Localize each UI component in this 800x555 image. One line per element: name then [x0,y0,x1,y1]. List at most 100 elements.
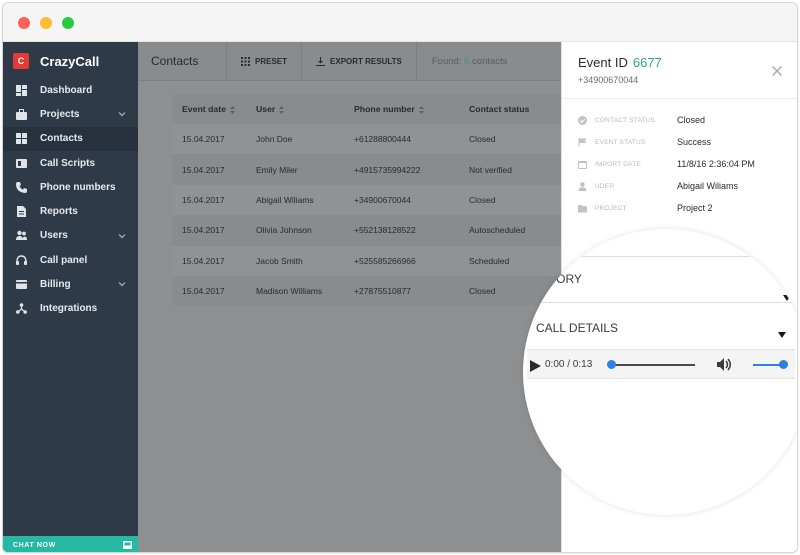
play-icon[interactable] [530,359,541,372]
table-cell: Closed [469,194,496,205]
brand-logo: C [13,53,29,69]
sidebar-nav: Dashboard Projects Contacts Call Scripts Pho… [3,78,138,321]
calendar-icon [577,159,587,169]
details-section[interactable]: ILS [523,229,797,261]
column-header[interactable]: Event date [172,104,256,114]
chat-now-button[interactable]: CHAT NOW [3,536,138,552]
sidebar-item-label: Call panel [40,254,88,266]
column-header[interactable]: Contact status [469,104,561,114]
sort-icon[interactable] [279,105,285,114]
chat-icon [123,541,132,549]
minimize-window-button[interactable] [40,17,52,29]
card-icon [15,279,27,291]
preset-button[interactable]: PRESET [227,41,303,81]
page-title: Contacts [138,41,227,81]
integrations-icon [15,303,27,315]
sidebar-item-billing[interactable]: Billing [3,272,138,296]
chat-now-label: CHAT NOW [13,541,56,549]
sort-icon[interactable] [229,105,235,114]
close-window-button[interactable] [18,17,30,29]
info-value: Project 2 [677,203,713,213]
chevron-down-icon [118,232,126,240]
browser-window: C CrazyCall Dashboard Projects Contacts Cal… [2,2,798,553]
table-cell: +34900670044 [354,194,411,205]
contacts-icon [15,133,27,145]
flag-icon [577,137,587,147]
dashboard-icon [15,84,27,96]
column-header[interactable]: Phone number [354,104,469,114]
close-icon[interactable] [772,63,782,76]
brand[interactable]: C CrazyCall [13,51,99,71]
preset-label: PRESET [255,56,288,66]
window-titlebar [3,3,797,42]
table-row[interactable]: 15.04.2017 Emily Miler +4915735994222 Not v… [172,154,561,185]
sidebar-item-label: Projects [40,108,80,120]
sort-icon[interactable] [418,105,424,114]
table-cell: Emily Miler [256,164,298,175]
event-info-list: CONTACT STATUS Closed EVENT STATUS Success I… [577,109,787,219]
headset-icon [15,254,27,266]
folder-icon [577,203,587,213]
sidebar-item-call-panel[interactable]: Call panel [3,248,138,272]
sidebar-item-label: Users [40,230,68,242]
check-circle-icon [577,115,587,125]
event-id: 6677 [632,55,662,70]
audio-time: 0:00 / 0:13 [545,359,593,370]
script-icon [15,157,27,169]
event-title: Event ID 6677 [578,55,662,70]
table-row[interactable]: 15.04.2017 Abigail Wiliams +34900670044 Clo… [172,184,561,216]
column-header-label: User [256,104,276,114]
export-results-button[interactable]: EXPORT RESULTS [302,41,417,81]
table-header-row: Event date User Phone number Contact status [172,94,561,124]
sidebar-item-label: Phone numbers [40,181,116,193]
table-row[interactable]: 15.04.2017 Madison Williams +27875510877 Cl… [172,275,561,307]
call-details-section[interactable]: CALL DETAILS [523,303,797,349]
sidebar-item-dashboard[interactable]: Dashboard [3,78,138,102]
sidebar-item-phone-numbers[interactable]: Phone numbers [3,175,138,199]
sidebar-item-contacts[interactable]: Contacts [3,126,138,151]
phone-icon [15,181,27,193]
table-cell: 15.04.2017 [182,164,225,175]
table-cell: Closed [469,134,496,145]
table-cell: Olivia Johnson [256,225,312,236]
sidebar-item-label: Contacts [40,133,83,145]
audio-player: 0:00 / 0:13 [527,349,795,379]
table-cell: Not verified [469,164,512,175]
audio-progress-track[interactable] [611,364,695,366]
audio-progress-knob[interactable] [607,360,616,369]
info-row: PROJECT Project 2 [577,197,787,219]
call-details-label: CALL DETAILS [536,321,619,335]
table-row[interactable]: 15.04.2017 Jacob Smith +525585266966 Schedu… [172,245,561,276]
info-row: CONTACT STATUS Closed [577,109,787,131]
sidebar-item-users[interactable]: Users [3,224,138,248]
download-icon [316,56,326,66]
volume-icon[interactable] [717,357,733,372]
magnifier-zoom: ILS STORY CALL DETAILS 0:00 / 0:13 [523,229,797,515]
table-row[interactable]: 15.04.2017 John Doe +61288800444 Closed [172,124,561,155]
info-value: 11/8/16 2:36:04 PM [677,159,755,169]
maximize-window-button[interactable] [62,17,74,29]
users-icon [15,230,27,242]
history-section[interactable]: STORY [523,257,797,303]
sidebar-item-label: Billing [40,279,71,291]
column-header[interactable]: User [256,104,354,114]
sidebar-item-call-scripts[interactable]: Call Scripts [3,151,138,175]
table-cell: Madison Williams [256,286,323,297]
volume-knob[interactable] [779,360,788,369]
caret-down-icon [783,288,791,301]
table-cell: 15.04.2017 [182,225,225,236]
sidebar-item-projects[interactable]: Projects [3,102,138,126]
sidebar-item-integrations[interactable]: Integrations [3,297,138,321]
table-cell: John Doe [256,134,293,145]
report-icon [15,206,27,218]
sidebar-item-reports[interactable]: Reports [3,199,138,223]
table-row[interactable]: 15.04.2017 Olivia Johnson +552138128522 Aut… [172,215,561,246]
info-row: UDER Abigail Wiliams [577,175,787,197]
sidebar: C CrazyCall Dashboard Projects Contacts Cal… [3,42,138,552]
history-section-label: STORY [541,272,582,286]
caret-down-icon [783,248,791,261]
user-icon [577,181,587,191]
table-cell: Jacob Smith [256,255,303,266]
details-section-label: ILS [571,229,590,241]
table-cell: +525585266966 [354,255,416,266]
